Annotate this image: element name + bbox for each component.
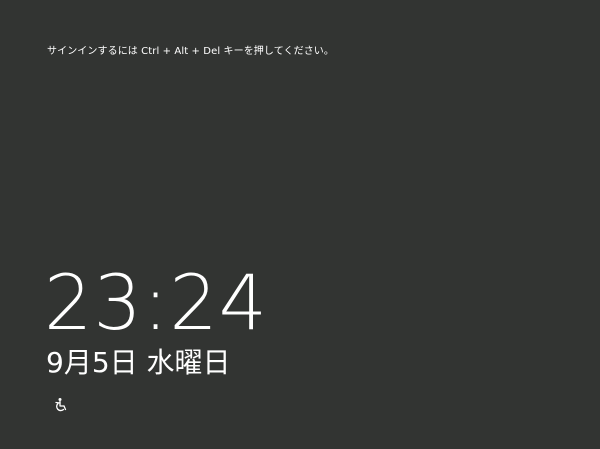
ease-of-access-button[interactable] — [50, 394, 72, 416]
lock-screen: サインインするには Ctrl + Alt + Del キーを押してください。 2… — [0, 0, 600, 449]
clock-time: 23:24 — [44, 258, 269, 347]
ease-of-access-icon — [55, 398, 67, 412]
clock-date: 9月5日 水曜日 — [46, 346, 231, 379]
sign-in-hint: サインインするには Ctrl + Alt + Del キーを押してください。 — [47, 46, 334, 57]
